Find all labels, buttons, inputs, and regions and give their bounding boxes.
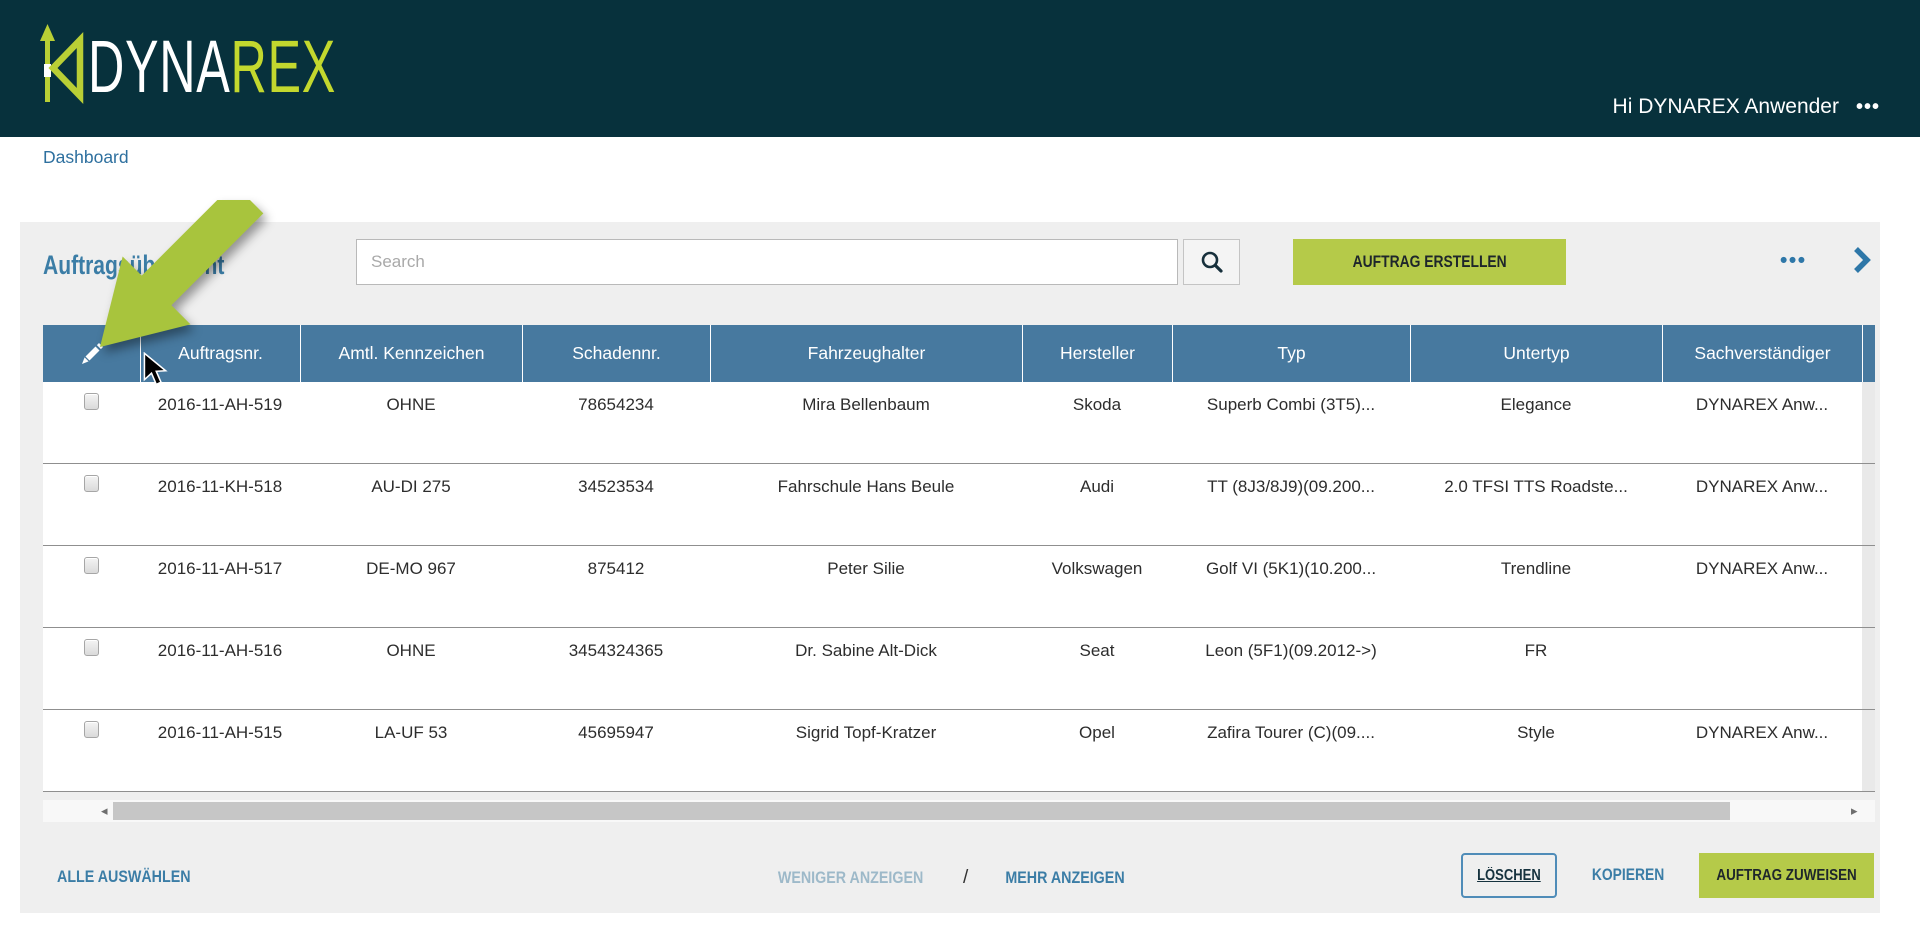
cell-auftragsnr: 2016-11-AH-515 [140, 710, 300, 791]
cell-sachverstaendiger [1662, 628, 1862, 709]
delete-button[interactable]: LÖSCHEN [1461, 853, 1557, 898]
cell-typ: TT (8J3/8J9)(09.200... [1172, 464, 1410, 545]
create-order-label: AUFTRAG ERSTELLEN [1352, 253, 1506, 272]
cell-sachverstaendiger: DYNAREX Anw... [1662, 710, 1862, 791]
scroll-left-icon[interactable]: ◂ [101, 802, 108, 820]
cell-untertyp: FR [1410, 628, 1662, 709]
search-input[interactable] [356, 239, 1178, 285]
dynarex-logo[interactable]: DYNAREX [38, 24, 453, 110]
row-checkbox[interactable] [84, 557, 99, 574]
cell-kennzeichen: OHNE [300, 382, 522, 463]
cell-auftragsnr: 2016-11-KH-518 [140, 464, 300, 545]
column-fahrzeughalter[interactable]: Fahrzeughalter [710, 325, 1022, 382]
cell-fahrzeughalter: Dr. Sabine Alt-Dick [710, 628, 1022, 709]
column-auftragsnr[interactable]: Auftragsnr. [140, 325, 300, 382]
logo-text: DYNAREX [88, 30, 336, 104]
show-more-link[interactable]: MEHR ANZEIGEN [994, 868, 1136, 888]
column-sliver [1862, 325, 1875, 382]
user-greeting: Hi DYNAREX Anwender [1613, 95, 1839, 119]
cell-sachverstaendiger: DYNAREX Anw... [1662, 464, 1862, 545]
logo-rex: REX [231, 25, 337, 108]
search-icon [1200, 250, 1224, 274]
column-untertyp[interactable]: Untertyp [1410, 325, 1662, 382]
column-typ[interactable]: Typ [1172, 325, 1410, 382]
cell-sliver [1862, 382, 1875, 463]
cell-auftragsnr: 2016-11-AH-517 [140, 546, 300, 627]
column-edit[interactable] [43, 325, 140, 382]
row-checkbox[interactable] [84, 393, 99, 410]
scroll-right-icon[interactable]: ▸ [1851, 802, 1858, 820]
table-body: 2016-11-AH-519 OHNE 78654234 Mira Bellen… [43, 382, 1875, 792]
paging-separator: / [963, 867, 968, 889]
cell-hersteller: Audi [1022, 464, 1172, 545]
horizontal-scrollbar[interactable]: ◂ ▸ [43, 800, 1875, 822]
table-row[interactable]: 2016-11-AH-515 LA-UF 53 45695947 Sigrid … [43, 710, 1875, 792]
orders-panel: Auftragsübersicht AUFTRAG ERSTELLEN ••• [20, 222, 1880, 913]
cell-schadennr: 875412 [522, 546, 710, 627]
logo-dyna: DYNA [88, 25, 231, 108]
logo-arrow-icon [38, 24, 88, 110]
column-schadennr[interactable]: Schadennr. [522, 325, 710, 382]
app-header: DYNAREX Hi DYNAREX Anwender ••• [0, 0, 1920, 137]
cell-kennzeichen: LA-UF 53 [300, 710, 522, 791]
cell-sachverstaendiger: DYNAREX Anw... [1662, 546, 1862, 627]
cell-fahrzeughalter: Fahrschule Hans Beule [710, 464, 1022, 545]
table-row[interactable]: 2016-11-AH-516 OHNE 3454324365 Dr. Sabin… [43, 628, 1875, 710]
cell-sliver [1862, 628, 1875, 709]
cell-untertyp: Trendline [1410, 546, 1662, 627]
cell-schadennr: 34523534 [522, 464, 710, 545]
cell-kennzeichen: AU-DI 275 [300, 464, 522, 545]
column-hersteller[interactable]: Hersteller [1022, 325, 1172, 382]
cell-sliver [1862, 710, 1875, 791]
user-area: Hi DYNAREX Anwender ••• [1613, 95, 1880, 119]
cell-hersteller: Seat [1022, 628, 1172, 709]
cell-auftragsnr: 2016-11-AH-516 [140, 628, 300, 709]
cell-sachverstaendiger: DYNAREX Anw... [1662, 382, 1862, 463]
app-root: DYNAREX Hi DYNAREX Anwender ••• Dashboar… [0, 0, 1920, 939]
cell-kennzeichen: DE-MO 967 [300, 546, 522, 627]
cell-schadennr: 3454324365 [522, 628, 710, 709]
cell-untertyp: Style [1410, 710, 1662, 791]
table-row[interactable]: 2016-11-AH-517 DE-MO 967 875412 Peter Si… [43, 546, 1875, 628]
copy-button[interactable]: KOPIEREN [1585, 866, 1671, 885]
cell-fahrzeughalter: Peter Silie [710, 546, 1022, 627]
cell-typ: Leon (5F1)(09.2012->) [1172, 628, 1410, 709]
breadcrumb-dashboard[interactable]: Dashboard [43, 147, 129, 168]
assign-order-button[interactable]: AUFTRAG ZUWEISEN [1699, 853, 1874, 898]
cell-sliver [1862, 546, 1875, 627]
cell-untertyp: 2.0 TFSI TTS Roadste... [1410, 464, 1662, 545]
column-sachverstaendiger[interactable]: Sachverständiger [1662, 325, 1862, 382]
cell-typ: Zafira Tourer (C)(09.... [1172, 710, 1410, 791]
panel-next-icon[interactable] [1853, 246, 1871, 279]
table-header-row: Auftragsnr. Amtl. Kennzeichen Schadennr.… [43, 325, 1875, 382]
action-buttons: LÖSCHEN KOPIEREN AUFTRAG ZUWEISEN [1461, 853, 1874, 898]
table-row[interactable]: 2016-11-KH-518 AU-DI 275 34523534 Fahrsc… [43, 464, 1875, 546]
cell-sliver [1862, 464, 1875, 545]
row-checkbox[interactable] [84, 475, 99, 492]
cell-untertyp: Elegance [1410, 382, 1662, 463]
column-kennzeichen[interactable]: Amtl. Kennzeichen [300, 325, 522, 382]
cell-kennzeichen: OHNE [300, 628, 522, 709]
show-less-link: WENIGER ANZEIGEN [764, 868, 937, 888]
cell-schadennr: 78654234 [522, 382, 710, 463]
row-checkbox[interactable] [84, 721, 99, 738]
cell-typ: Golf VI (5K1)(10.200... [1172, 546, 1410, 627]
cell-schadennr: 45695947 [522, 710, 710, 791]
page-title: Auftragsübersicht [43, 250, 224, 281]
user-menu-icon[interactable]: ••• [1856, 96, 1880, 119]
cell-auftragsnr: 2016-11-AH-519 [140, 382, 300, 463]
cell-fahrzeughalter: Sigrid Topf-Kratzer [710, 710, 1022, 791]
cell-hersteller: Opel [1022, 710, 1172, 791]
cell-hersteller: Volkswagen [1022, 546, 1172, 627]
cell-fahrzeughalter: Mira Bellenbaum [710, 382, 1022, 463]
panel-more-icon[interactable]: ••• [1780, 249, 1807, 273]
row-checkbox[interactable] [84, 639, 99, 656]
create-order-button[interactable]: AUFTRAG ERSTELLEN [1293, 239, 1566, 285]
scrollbar-thumb[interactable] [113, 802, 1730, 820]
cell-hersteller: Skoda [1022, 382, 1172, 463]
search-button[interactable] [1183, 239, 1240, 285]
edit-pencil-icon [79, 341, 105, 367]
table-row[interactable]: 2016-11-AH-519 OHNE 78654234 Mira Bellen… [43, 382, 1875, 464]
cell-typ: Superb Combi (3T5)... [1172, 382, 1410, 463]
